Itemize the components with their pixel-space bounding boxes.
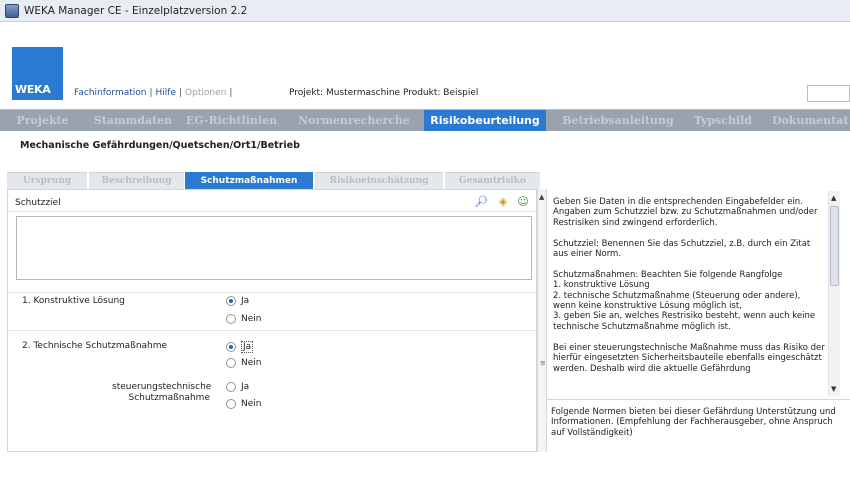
- q1-radio-ja[interactable]: Ja: [226, 296, 249, 306]
- help-text: Geben Sie Daten in die entsprechenden Ei…: [553, 197, 825, 374]
- nav-hilfe[interactable]: Hilfe: [156, 88, 176, 98]
- tab-risikobeurteilung[interactable]: Risikobeurteilung: [424, 110, 546, 131]
- help-scrollbar[interactable]: ▲ ▼: [828, 191, 840, 396]
- radio-dot: [226, 358, 236, 368]
- help-panel: Geben Sie Daten in die entsprechenden Ei…: [547, 189, 850, 452]
- scroll-up-arrow-icon[interactable]: ▲: [831, 194, 836, 202]
- q3-label-line1: steuerungstechnische: [112, 382, 212, 392]
- q3-label-line2: Schutzmaßnahme: [128, 393, 210, 403]
- tab-stammdaten[interactable]: Stammdaten: [85, 110, 181, 131]
- q1-ja-label: Ja: [241, 296, 250, 306]
- app-header: WEKA Fachinformation | Hilfe | Optionen …: [0, 22, 850, 109]
- scroll-up-arrow-icon[interactable]: ▲: [539, 193, 544, 201]
- tab-normenrecherche[interactable]: Normenrecherche: [290, 110, 418, 131]
- subtab-ursprung[interactable]: Ursprung: [7, 172, 87, 189]
- nav-fachinformation[interactable]: Fachinformation: [74, 88, 146, 98]
- weka-logo: WEKA: [12, 47, 63, 100]
- tab-eg-richtlinien[interactable]: EG-Richtlinien: [181, 110, 282, 131]
- nav-separator: |: [229, 88, 233, 98]
- nav-separator: |: [179, 88, 183, 98]
- help-divider: [547, 399, 850, 400]
- tab-dokumentation[interactable]: Dokumentat: [766, 110, 850, 131]
- sub-tab-bar: Ursprung Beschreibung Schutzmaßnahmen Ri…: [7, 172, 552, 189]
- schutzziel-header: Schutzziel 🔎︎ ◈ ☺: [8, 190, 536, 212]
- nav-separator: |: [149, 88, 153, 98]
- window-title: WEKA Manager CE - Einzelplatzversion 2.2: [24, 4, 248, 17]
- radio-dot: [226, 399, 236, 409]
- q2-ja-label: Ja: [241, 341, 254, 353]
- scroll-thumb[interactable]: [830, 206, 839, 286]
- form-scrollbar[interactable]: ▲ ≡: [537, 189, 547, 452]
- app-window: WEKA Manager CE - Einzelplatzversion 2.2…: [0, 0, 850, 478]
- splitter-grip-icon[interactable]: ≡: [540, 359, 546, 367]
- top-nav: Fachinformation | Hilfe | Optionen |: [74, 88, 235, 98]
- row-separator: [8, 330, 536, 331]
- q2-label: 2. Technische Schutzmaßnahme: [22, 341, 168, 351]
- schutzziel-textarea[interactable]: [16, 216, 532, 280]
- form-panel: Schutzziel 🔎︎ ◈ ☺ 1. Konstruktive Lösung…: [7, 189, 537, 452]
- q2-radio-ja[interactable]: Ja: [226, 341, 254, 353]
- scroll-down-arrow-icon[interactable]: ▼: [831, 385, 836, 393]
- q3-ja-label: Ja: [241, 382, 250, 392]
- subtab-gesamtrisiko[interactable]: Gesamtrisiko: [445, 172, 540, 189]
- logo-text: WEKA: [15, 83, 51, 96]
- radio-dot: [226, 314, 236, 324]
- q3-radio-ja[interactable]: Ja: [226, 382, 249, 392]
- q1-nein-label: Nein: [241, 314, 262, 324]
- radio-dot: [226, 382, 236, 392]
- q2-nein-label: Nein: [241, 358, 262, 368]
- q3-nein-label: Nein: [241, 399, 262, 409]
- tab-projekte[interactable]: Projekte: [0, 110, 85, 131]
- eraser-icon[interactable]: ◈: [496, 195, 510, 208]
- q3-radio-nein[interactable]: Nein: [226, 399, 261, 409]
- q2-radio-nein[interactable]: Nein: [226, 358, 261, 368]
- app-icon: [5, 3, 19, 18]
- subtab-beschreibung[interactable]: Beschreibung: [89, 172, 184, 189]
- binoculars-icon[interactable]: 🔎︎: [474, 195, 488, 208]
- schutzziel-label: Schutzziel: [15, 198, 61, 208]
- q1-radio-nein[interactable]: Nein: [226, 314, 261, 324]
- breadcrumb: Mechanische Gefährdungen/Quetschen/Ort1/…: [20, 140, 300, 151]
- main-tab-bar: Projekte Stammdaten EG-Richtlinien Norme…: [0, 109, 850, 131]
- users-icon[interactable]: ☺: [516, 195, 530, 208]
- row-separator: [8, 292, 536, 293]
- q1-label: 1. Konstruktive Lösung: [22, 296, 125, 306]
- search-input[interactable]: [807, 85, 850, 102]
- tab-betriebsanleitung[interactable]: Betriebsanleitung: [556, 110, 680, 131]
- tab-typschild[interactable]: Typschild: [688, 110, 758, 131]
- subtab-risikoeinschaetzung[interactable]: Risikoeinschätzung: [315, 172, 443, 189]
- project-info: Projekt: Mustermaschine Produkt: Beispie…: [289, 88, 479, 98]
- title-bar: WEKA Manager CE - Einzelplatzversion 2.2: [0, 0, 850, 22]
- radio-dot: [226, 296, 236, 306]
- subtab-schutzmassnahmen[interactable]: Schutzmaßnahmen: [185, 172, 313, 189]
- norms-text: Folgende Normen bieten bei dieser Gefähr…: [551, 407, 836, 438]
- radio-dot: [226, 342, 236, 352]
- nav-optionen: Optionen: [185, 88, 227, 98]
